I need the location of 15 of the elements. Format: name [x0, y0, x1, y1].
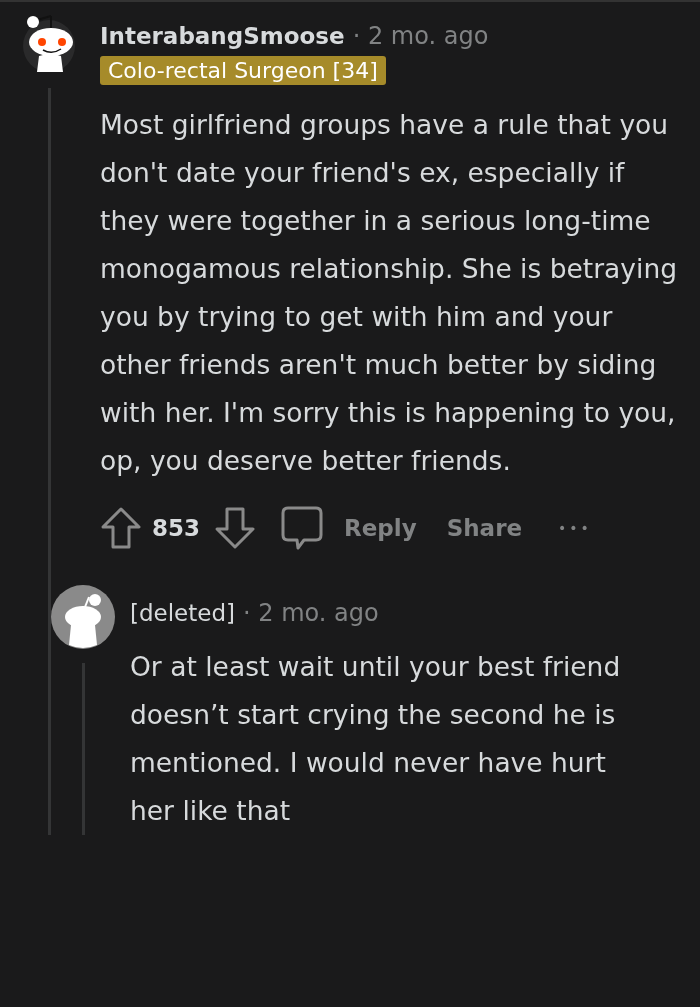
username: [deleted]	[130, 600, 235, 626]
avatar-icon	[51, 585, 115, 649]
action-button[interactable]: Reply	[334, 515, 427, 541]
comment-text: Most girlfriend groups have a rule that you don't date your friend's ex, especially if they were together in a serious long-time monogamous relationship. She is betraying you by trying to get with him and your other friends aren't much better by siding with her. I'm sorry this is happening to you, op, you deserve better friends.	[100, 108, 678, 478]
user-flair: Colo-rectal Surgeon [34]	[100, 56, 386, 85]
more-button[interactable]: •••	[552, 520, 598, 536]
comment-icon[interactable]	[280, 505, 324, 551]
downvote-icon[interactable]	[214, 506, 256, 550]
username[interactable]: InterabangSmoose	[100, 23, 345, 49]
timestamp: · 2 mo. ago	[243, 599, 379, 627]
action-button[interactable]: Share	[436, 515, 533, 541]
vote-count: 853	[152, 515, 200, 541]
upvote-icon[interactable]	[100, 506, 142, 550]
timestamp: · 2 mo. ago	[352, 22, 489, 50]
comment-text: Or at least wait until your best friend doesn’t start crying the second he is mentioned. I would never have hurt her like that	[130, 650, 622, 828]
